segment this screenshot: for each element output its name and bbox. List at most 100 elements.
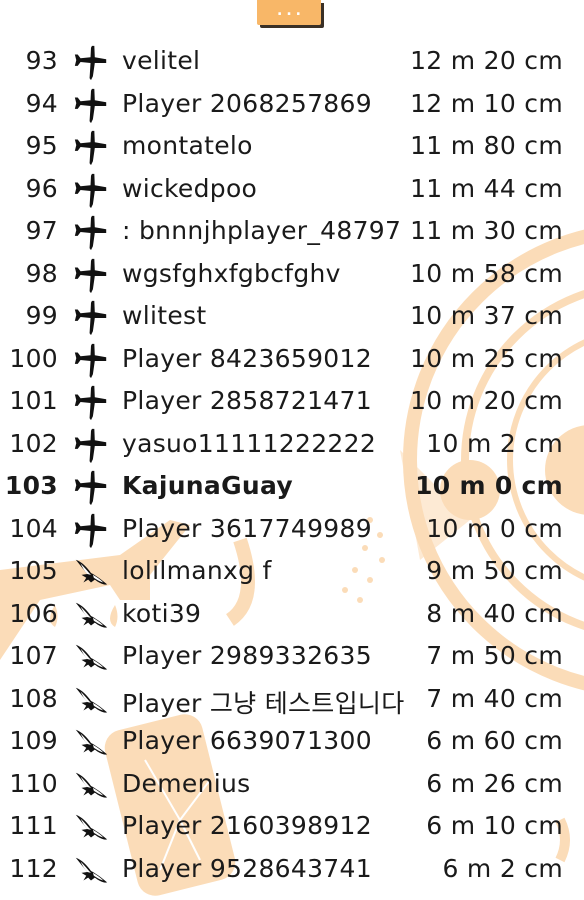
airplane-icon <box>72 44 110 82</box>
airplane-icon <box>72 172 110 210</box>
rank-number: 110 <box>9 768 58 798</box>
distance-value: 10 m 20 cm <box>410 386 563 415</box>
airplane-icon <box>72 87 110 125</box>
distance-value: 10 m 0 cm <box>415 471 563 500</box>
distance-value: 7 m 50 cm <box>426 641 563 670</box>
rank-number: 105 <box>9 556 58 585</box>
leaderboard-row[interactable]: 106 koti39 8 m 40 cm <box>0 595 584 638</box>
player-name: Player 그냥 테스트입니다 <box>122 688 405 718</box>
leaderboard-row[interactable]: 111 Player 2160398912 6 m 10 cm <box>0 807 584 850</box>
distance-value: 9 m 50 cm <box>426 556 563 585</box>
player-name: : bnnnjhplayer_48797 <box>122 216 402 245</box>
leaderboard-row-current-player[interactable]: 103 KajunaGuay 10 m 0 cm <box>0 467 584 510</box>
bird-icon <box>72 809 110 847</box>
rank-number: 94 <box>25 88 58 118</box>
player-name: KajunaGuay <box>122 471 293 500</box>
rank-number: 103 <box>4 471 58 500</box>
player-name: Player 2068257869 <box>122 88 372 118</box>
rank-number: 97 <box>25 216 58 245</box>
player-name: wlitest <box>122 301 207 330</box>
distance-value: 12 m 20 cm <box>410 46 563 75</box>
leaderboard-row[interactable]: 93 velitel 12 m 20 cm <box>0 42 584 85</box>
leaderboard-row[interactable]: 102 yasuo11111222222 10 m 2 cm <box>0 425 584 468</box>
rank-number: 102 <box>9 428 58 458</box>
player-name: Player 9528643741 <box>122 853 372 883</box>
rank-number: 99 <box>25 301 58 330</box>
leaderboard-row[interactable]: 96 wickedpoo 11 m 44 cm <box>0 170 584 213</box>
airplane-icon <box>72 257 110 295</box>
rank-number: 101 <box>9 386 58 415</box>
player-name: wickedpoo <box>122 173 258 203</box>
bird-icon <box>72 554 110 592</box>
rank-number: 104 <box>9 513 58 543</box>
leaderboard-row[interactable]: 98 wgsfghxfgbcfghv 10 m 58 cm <box>0 255 584 298</box>
leaderboard-row[interactable]: 104 Player 3617749989 10 m 0 cm <box>0 510 584 553</box>
leaderboard-row[interactable]: 99 wlitest 10 m 37 cm <box>0 297 584 340</box>
leaderboard-row[interactable]: 109 Player 6639071300 6 m 60 cm <box>0 722 584 765</box>
leaderboard-row[interactable]: 100 Player 8423659012 10 m 25 cm <box>0 340 584 383</box>
rank-number: 109 <box>9 726 58 755</box>
distance-value: 11 m 80 cm <box>410 131 563 160</box>
rank-number: 112 <box>9 853 58 883</box>
airplane-icon <box>72 512 110 550</box>
player-name: Player 3617749989 <box>122 513 372 543</box>
more-dots-icon: ... <box>277 2 305 19</box>
rank-number: 93 <box>25 46 58 75</box>
leaderboard-row[interactable]: 94 Player 2068257869 12 m 10 cm <box>0 85 584 128</box>
rank-number: 106 <box>9 598 58 628</box>
player-name: koti39 <box>122 598 202 628</box>
airplane-icon <box>72 342 110 380</box>
player-name: lolilmanxg f <box>122 556 272 585</box>
leaderboard-row[interactable]: 97 : bnnnjhplayer_48797 11 m 30 cm <box>0 212 584 255</box>
player-name: Player 2858721471 <box>122 386 372 415</box>
distance-value: 10 m 58 cm <box>410 258 563 288</box>
airplane-icon <box>72 299 110 337</box>
leaderboard-row[interactable]: 101 Player 2858721471 10 m 20 cm <box>0 382 584 425</box>
distance-value: 6 m 2 cm <box>442 853 563 883</box>
player-name: Player 8423659012 <box>122 343 372 373</box>
rank-number: 98 <box>25 258 58 288</box>
player-name: velitel <box>122 46 201 75</box>
player-name: Player 2160398912 <box>122 811 372 840</box>
more-menu-button[interactable]: ... <box>257 0 321 25</box>
player-name: Player 6639071300 <box>122 726 372 755</box>
leaderboard-row[interactable]: 108 Player 그냥 테스트입니다 7 m 40 cm <box>0 680 584 723</box>
leaderboard-row[interactable]: 110 Demenius 6 m 26 cm <box>0 765 584 808</box>
player-name: Player 2989332635 <box>122 641 372 670</box>
bird-icon <box>72 852 110 890</box>
leaderboard-row[interactable]: 105 lolilmanxg f 9 m 50 cm <box>0 552 584 595</box>
airplane-icon <box>72 427 110 465</box>
distance-value: 11 m 30 cm <box>410 216 563 245</box>
bird-icon <box>72 767 110 805</box>
bird-icon <box>72 682 110 720</box>
airplane-icon <box>72 469 110 507</box>
player-name: montatelo <box>122 131 253 160</box>
airplane-icon <box>72 129 110 167</box>
rank-number: 111 <box>9 811 58 840</box>
distance-value: 7 m 40 cm <box>426 683 563 713</box>
rank-number: 100 <box>9 343 58 373</box>
distance-value: 10 m 37 cm <box>410 301 563 330</box>
distance-value: 10 m 2 cm <box>426 428 563 458</box>
distance-value: 6 m 60 cm <box>426 726 563 755</box>
leaderboard-row[interactable]: 112 Player 9528643741 6 m 2 cm <box>0 850 584 893</box>
distance-value: 10 m 25 cm <box>410 343 563 373</box>
bird-icon <box>72 597 110 635</box>
distance-value: 12 m 10 cm <box>410 88 563 118</box>
distance-value: 10 m 0 cm <box>426 513 563 543</box>
bird-icon <box>72 724 110 762</box>
airplane-icon <box>72 384 110 422</box>
leaderboard-list[interactable]: 93 velitel 12 m 20 cm 94 Player 20682578… <box>0 42 584 892</box>
rank-number: 95 <box>25 131 58 160</box>
player-name: wgsfghxfgbcfghv <box>122 258 341 288</box>
distance-value: 6 m 10 cm <box>426 811 563 840</box>
rank-number: 107 <box>9 641 58 670</box>
player-name: Demenius <box>122 768 251 798</box>
rank-number: 108 <box>9 683 58 713</box>
leaderboard-row[interactable]: 107 Player 2989332635 7 m 50 cm <box>0 637 584 680</box>
distance-value: 6 m 26 cm <box>426 768 563 798</box>
leaderboard-row[interactable]: 95 montatelo 11 m 80 cm <box>0 127 584 170</box>
airplane-icon <box>72 214 110 252</box>
distance-value: 11 m 44 cm <box>410 173 563 203</box>
player-name: yasuo11111222222 <box>122 428 377 458</box>
